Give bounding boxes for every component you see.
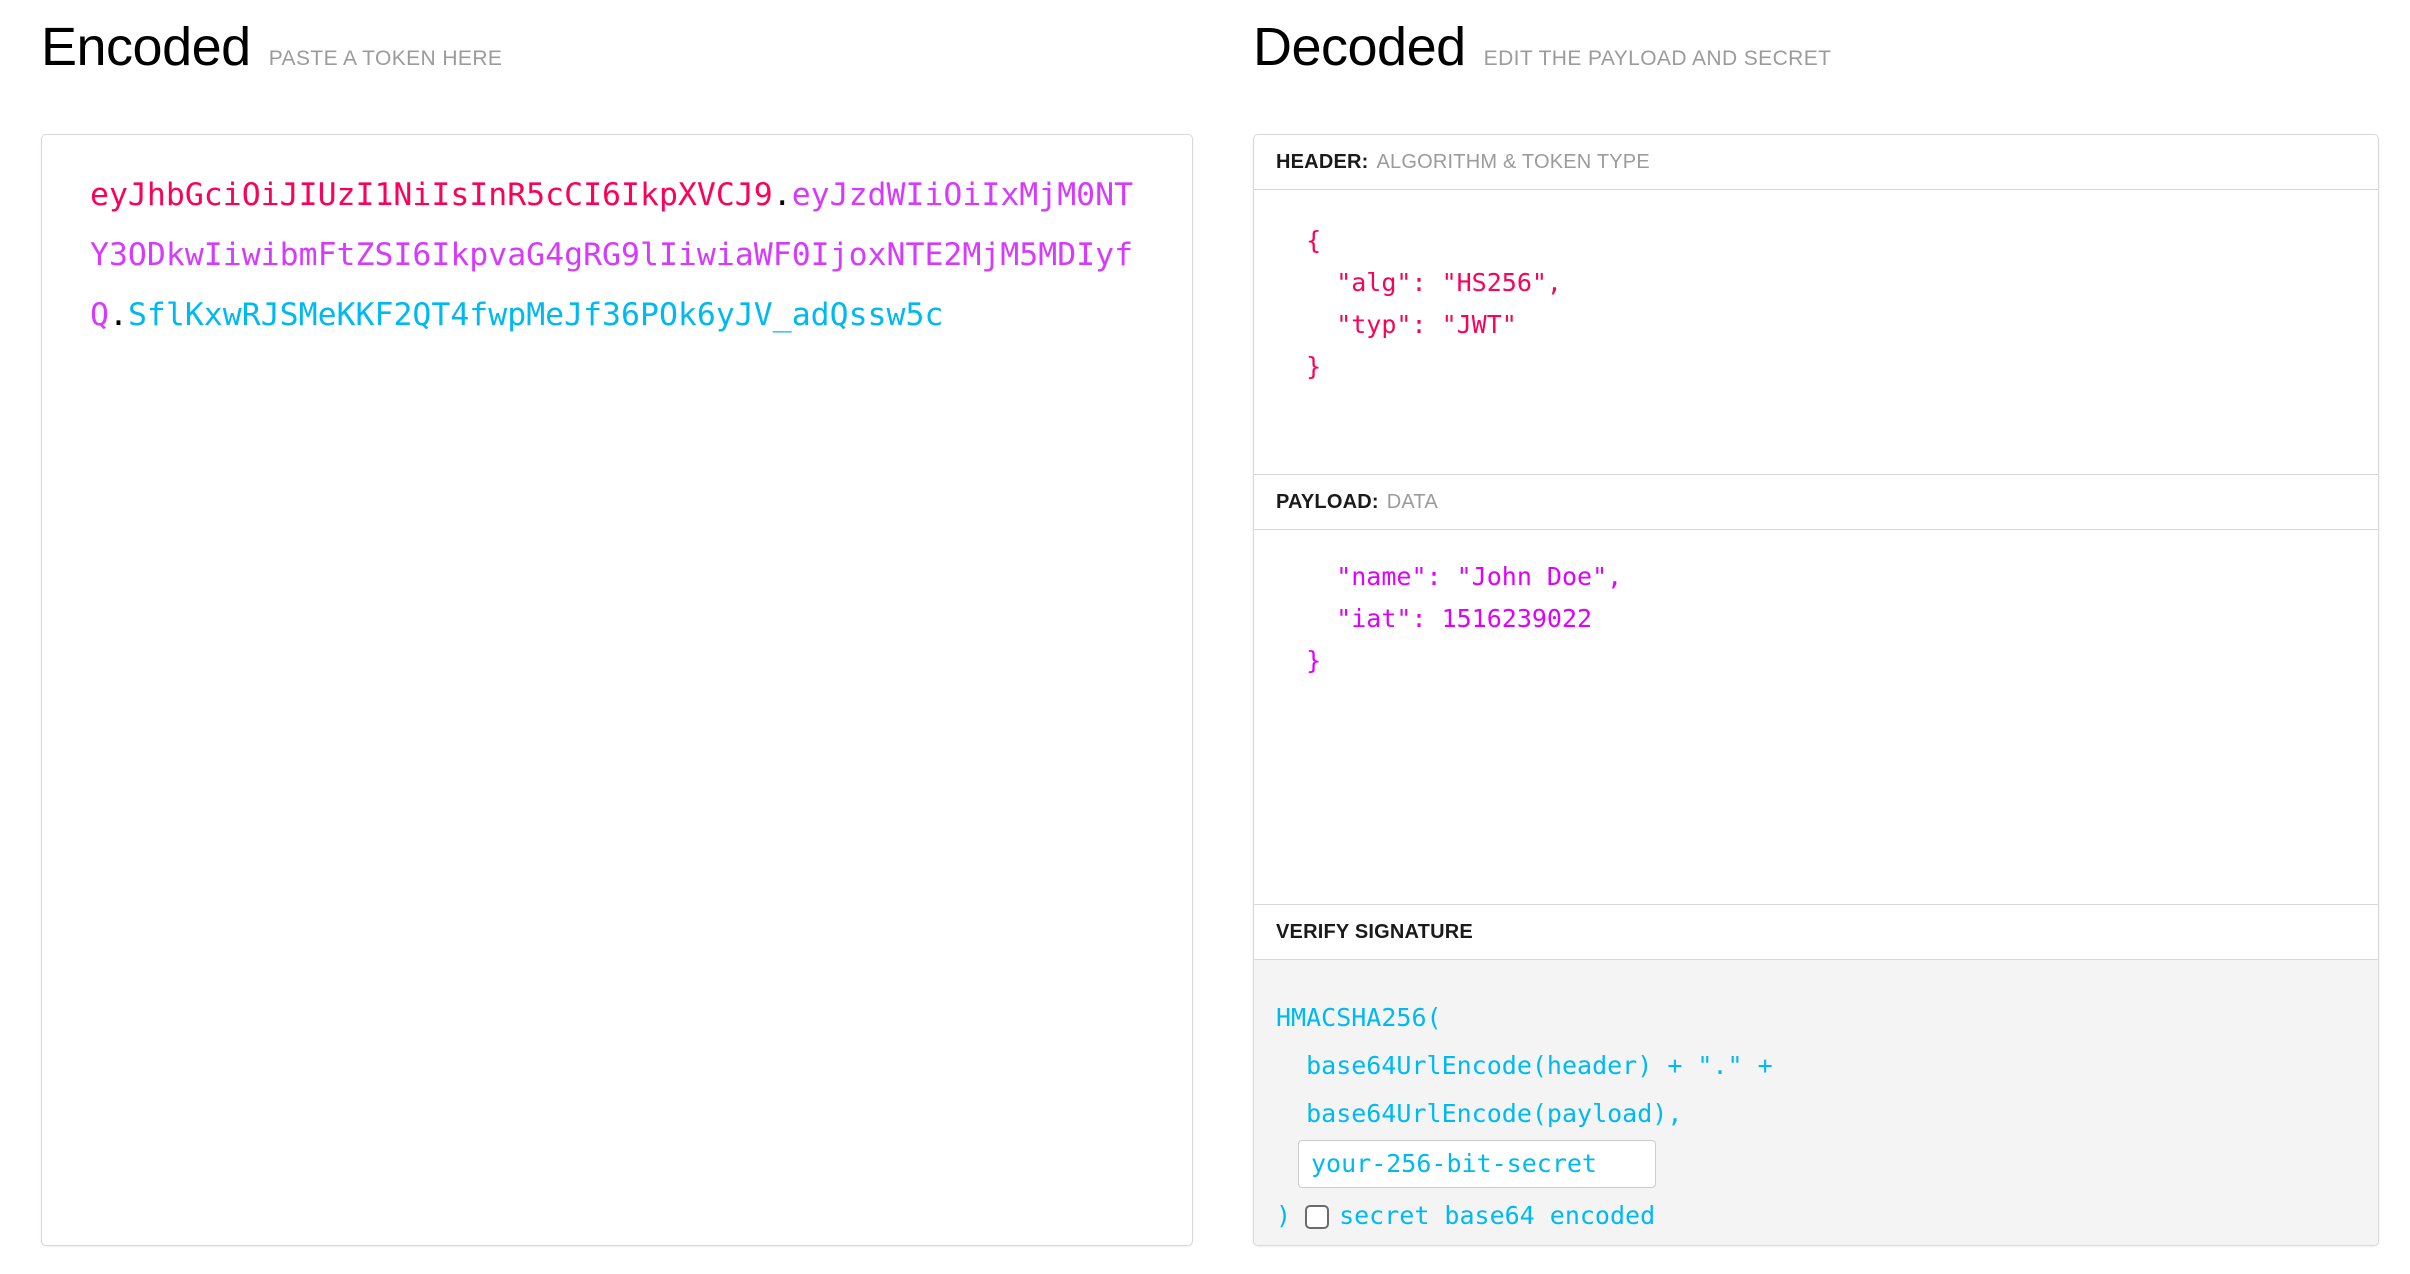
token-separator-2: .: [108, 297, 128, 333]
jwt-token-text[interactable]: eyJhbGciOiJIUzI1NiIsInR5cCI6IkpXVCJ9.eyJ…: [90, 165, 1144, 345]
decoded-panel: HEADER: ALGORITHM & TOKEN TYPE { "alg": …: [1253, 134, 2379, 1246]
secret-input-row: [1276, 1140, 2356, 1188]
secret-base64-label[interactable]: secret base64 encoded: [1339, 1192, 1655, 1240]
signature-verifier: HMACSHA256( base64UrlEncode(header) + ".…: [1254, 960, 2378, 1245]
signature-line-2: base64UrlEncode(header) + "." +: [1276, 1051, 1773, 1080]
payload-section-label: PAYLOAD: DATA: [1254, 475, 2378, 530]
signature-closing-row: ) secret base64 encoded: [1276, 1192, 2356, 1240]
signature-line-1: HMACSHA256(: [1276, 1003, 1442, 1032]
signature-label-text: VERIFY SIGNATURE: [1276, 920, 1473, 943]
encoded-token-editor[interactable]: eyJhbGciOiJIUzI1NiIsInR5cCI6IkpXVCJ9.eyJ…: [41, 134, 1193, 1246]
signature-line-3: base64UrlEncode(payload),: [1276, 1099, 1683, 1128]
secret-base64-checkbox[interactable]: [1305, 1205, 1330, 1229]
token-header-segment: eyJhbGciOiJIUzI1NiIsInR5cCI6IkpXVCJ9: [90, 177, 773, 213]
closing-paren: ): [1276, 1201, 1292, 1230]
header-json-editor[interactable]: { "alg": "HS256", "typ": "JWT" }: [1254, 190, 2378, 475]
payload-label-hint: DATA: [1386, 490, 1438, 513]
header-section-label: HEADER: ALGORITHM & TOKEN TYPE: [1254, 135, 2378, 190]
payload-json-editor[interactable]: "name": "John Doe", "iat": 1516239022 }: [1254, 530, 2378, 905]
token-signature-segment: SflKxwRJSMeKKF2QT4fwpMeJf36POk6yJV_adQss…: [127, 297, 944, 333]
encoded-column: Encoded PASTE A TOKEN HERE: [41, 0, 1193, 100]
secret-input[interactable]: [1298, 1140, 1656, 1188]
signature-section-label: VERIFY SIGNATURE: [1254, 905, 2378, 960]
decoded-heading: Decoded EDIT THE PAYLOAD AND SECRET: [1253, 0, 2379, 100]
decoded-subtitle: EDIT THE PAYLOAD AND SECRET: [1483, 47, 1832, 70]
encoded-subtitle: PASTE A TOKEN HERE: [268, 47, 503, 70]
decoded-column: Decoded EDIT THE PAYLOAD AND SECRET: [1253, 0, 2379, 100]
jwt-debugger-page: Encoded PASTE A TOKEN HERE eyJhbGciOiJIU…: [0, 0, 2410, 1274]
encoded-title: Encoded: [41, 17, 251, 77]
header-label-hint: ALGORITHM & TOKEN TYPE: [1376, 150, 1650, 173]
header-label-text: HEADER:: [1276, 150, 1369, 173]
decoded-title: Decoded: [1253, 17, 1466, 77]
payload-label-text: PAYLOAD:: [1276, 490, 1379, 513]
token-separator-1: .: [772, 177, 792, 213]
encoded-heading: Encoded PASTE A TOKEN HERE: [41, 0, 1193, 100]
